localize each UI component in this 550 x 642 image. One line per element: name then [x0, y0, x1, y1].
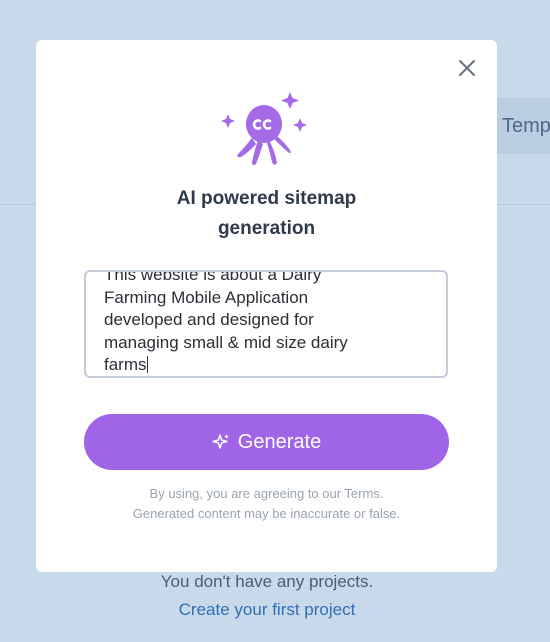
modal-title: AI powered sitemap generation [36, 184, 497, 244]
prompt-line: developed and designed for [104, 310, 314, 329]
create-first-project-link[interactable]: Create your first project [0, 600, 534, 620]
sitemap-prompt-textarea[interactable]: This website is about a Dairy Farming Mob… [84, 270, 448, 378]
text-caret [146, 356, 148, 373]
sparkle-icon [212, 434, 229, 449]
octopus-sparkles-icon [221, 92, 307, 166]
prompt-line: managing small & mid size dairy [104, 332, 348, 352]
prompt-line: Farming Mobile Application [104, 287, 309, 307]
disclaimer-line-2: Generated content may be inaccurate or f… [132, 506, 401, 521]
close-button[interactable] [455, 56, 479, 80]
prompt-line: farms [104, 355, 147, 374]
disclaimer: By using, you are agreeing to our Terms.… [36, 484, 497, 524]
prompt-text: This website is about a Dairy Farming Mob… [104, 270, 434, 376]
modal-title-line-1: AI powered sitemap [176, 188, 357, 209]
templates-tab-label: Temp [502, 114, 550, 137]
ai-sitemap-modal: AI powered sitemap generation This websi… [36, 40, 497, 572]
close-icon [459, 60, 475, 76]
generate-button-label: Generate [237, 430, 322, 453]
disclaimer-line-1: By using, you are agreeing to our Terms. [149, 486, 384, 501]
templates-tab[interactable]: Temp [496, 98, 550, 154]
empty-projects-message: You don't have any projects. [160, 572, 374, 591]
generate-button[interactable]: Generate [84, 414, 449, 470]
modal-title-line-2: generation [217, 218, 316, 239]
prompt-line: This website is about a Dairy [104, 270, 322, 284]
